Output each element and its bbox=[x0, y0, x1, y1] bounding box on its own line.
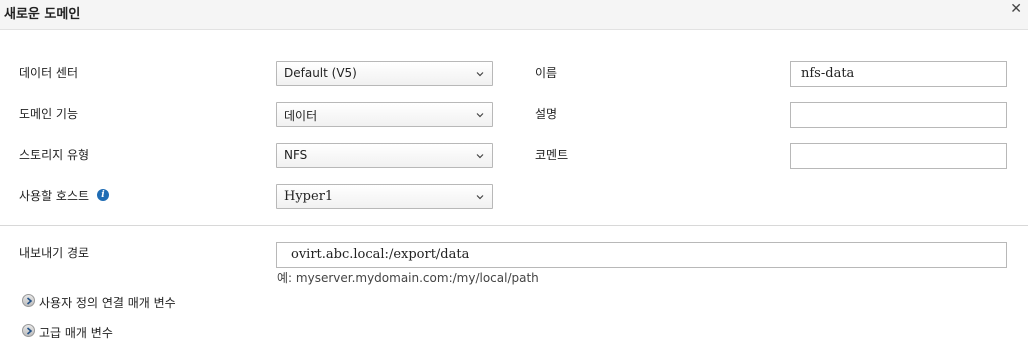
advanced-params-label: 고급 매개 변수 bbox=[39, 326, 113, 340]
dialog-title: 새로운 도메인 bbox=[4, 7, 81, 22]
data-center-value: Default (V5) bbox=[284, 66, 357, 80]
export-path-input[interactable]: ovirt.abc.local:/export/data bbox=[276, 242, 1007, 268]
chevron-down-icon bbox=[476, 195, 484, 200]
host-select[interactable]: Hyper1 bbox=[276, 184, 493, 209]
host-value: Hyper1 bbox=[284, 189, 334, 204]
export-path-hint: 예: myserver.mydomain.com:/my/local/path bbox=[277, 271, 539, 285]
comment-input[interactable] bbox=[790, 143, 1007, 169]
close-icon[interactable]: ✕ bbox=[1010, 1, 1022, 17]
chevron-down-icon bbox=[476, 72, 484, 77]
info-icon[interactable]: i bbox=[97, 189, 109, 201]
description-label: 설명 bbox=[535, 107, 558, 121]
section-divider bbox=[0, 225, 1028, 226]
storage-type-value: NFS bbox=[284, 148, 308, 162]
data-center-label: 데이터 센터 bbox=[19, 66, 79, 80]
storage-type-label: 스토리지 유형 bbox=[19, 148, 90, 162]
description-input[interactable] bbox=[790, 102, 1007, 128]
name-label: 이름 bbox=[535, 66, 558, 80]
chevron-right-icon bbox=[22, 324, 35, 337]
chevron-down-icon bbox=[476, 154, 484, 159]
chevron-right-icon bbox=[22, 294, 35, 307]
domain-function-value: 데이터 bbox=[284, 109, 318, 123]
comment-label: 코멘트 bbox=[535, 148, 569, 162]
name-input[interactable]: nfs-data bbox=[790, 61, 1007, 87]
storage-type-select[interactable]: NFS bbox=[276, 143, 493, 168]
host-label: 사용할 호스트 bbox=[19, 189, 90, 203]
domain-function-label: 도메인 기능 bbox=[19, 107, 79, 121]
chevron-down-icon bbox=[476, 113, 484, 118]
domain-function-select[interactable]: 데이터 bbox=[276, 102, 493, 127]
data-center-select[interactable]: Default (V5) bbox=[276, 61, 493, 86]
dialog-header: 새로운 도메인 ✕ bbox=[0, 0, 1028, 30]
custom-connection-params-label: 사용자 정의 연결 매개 변수 bbox=[39, 296, 176, 310]
export-path-label: 내보내기 경로 bbox=[19, 246, 90, 260]
